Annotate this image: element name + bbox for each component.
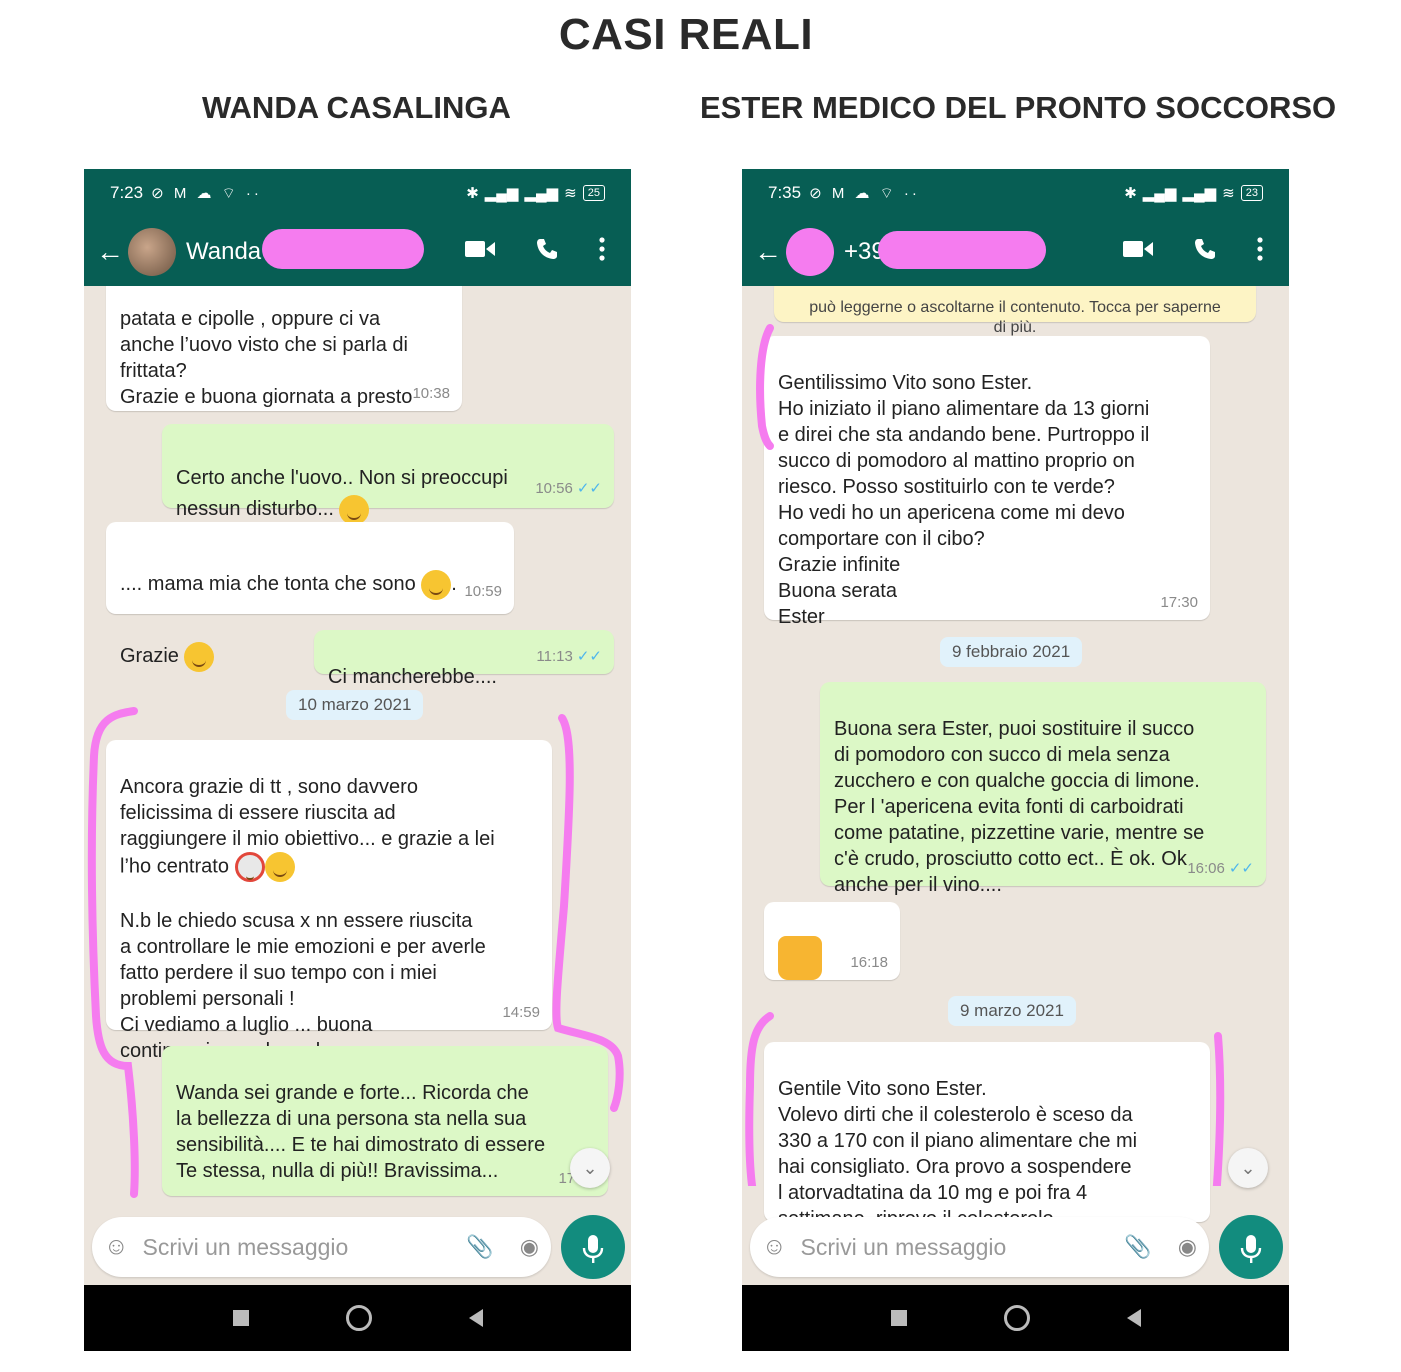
status-bar: 7:35 ⊘ M ☁ ⌔ ·· ✱ ▂▄▆ ▂▄▆ ≋ 23 (742, 169, 1289, 217)
message-outgoing: Ci mancherebbe.... 11:13 ✓✓ (314, 630, 614, 688)
phone-call-icon[interactable] (1193, 237, 1217, 266)
redaction-mark (262, 229, 424, 269)
attach-icon[interactable]: 📎 (1124, 1234, 1151, 1260)
star-struck-emoji-icon (421, 569, 452, 600)
emoji-icon[interactable]: ☺ (762, 1233, 787, 1261)
message-time: 11:13 (536, 648, 573, 665)
message-outgoing: Certo anche l'uovo.. Non si preoccupi ne… (162, 424, 614, 525)
double-check-icon: ✓✓ (576, 648, 602, 665)
avatar[interactable] (128, 227, 176, 276)
battery-icon: 25 (582, 185, 605, 201)
signal-icon-2: ▂▄▆ (1182, 185, 1217, 202)
phone-call-icon[interactable] (535, 237, 559, 266)
smiling-emoji-icon (339, 494, 370, 525)
message-time: 10:59 (464, 583, 502, 600)
message-incoming: patata e cipolle , oppure ci va anche l’… (106, 286, 462, 411)
message-time: 10:56 (535, 480, 573, 497)
more-options-icon[interactable] (1257, 237, 1263, 266)
message-input-bar[interactable]: ☺ Scrivi un messaggio 📎 ◉ (92, 1217, 551, 1277)
home-icon[interactable] (1003, 1305, 1030, 1331)
right-subtitle: ESTER MEDICO DEL PRONTO SOCCORSO (700, 90, 1337, 125)
message-input-bar[interactable]: ☺ Scrivi un messaggio 📎 ◉ (750, 1217, 1209, 1277)
message-input[interactable]: Scrivi un messaggio (801, 1234, 1099, 1261)
message-incoming: .... mama mia che tonta che sono . Grazi… (106, 522, 514, 672)
left-subtitle: WANDA CASALINGA (202, 90, 511, 125)
mic-button[interactable] (1219, 1215, 1283, 1279)
signal-icon: ▂▄▆ (484, 185, 519, 202)
battery-icon: 23 (1240, 185, 1263, 201)
camera-icon[interactable]: ◉ (1178, 1234, 1197, 1260)
message-time: 10:38 (412, 385, 450, 402)
back-icon[interactable] (468, 1309, 483, 1327)
system-icons: ✱ ▂▄▆ ▂▄▆ ≋ 25 (466, 184, 605, 202)
recents-icon[interactable] (890, 1310, 907, 1326)
status-time: 7:35 (768, 183, 802, 202)
bluetooth-icon: ✱ (1124, 185, 1137, 202)
wifi-icon: ≋ (1222, 185, 1235, 202)
message-input[interactable]: Scrivi un messaggio (143, 1234, 441, 1261)
android-nav-bar (84, 1285, 631, 1351)
signal-icon-2: ▂▄▆ (524, 185, 559, 202)
video-call-icon[interactable] (465, 239, 495, 264)
back-icon[interactable] (1126, 1309, 1141, 1327)
bluetooth-icon: ✱ (466, 185, 479, 202)
attach-icon[interactable]: 📎 (466, 1234, 493, 1260)
message-text: patata e cipolle , oppure ci va anche l’… (120, 308, 413, 408)
back-arrow-icon[interactable]: ← (96, 236, 124, 268)
avatar[interactable] (786, 227, 834, 276)
chat-area[interactable]: può leggerne o ascoltarne il contenuto. … (742, 286, 1289, 1285)
recents-icon[interactable] (232, 1310, 249, 1326)
phone-screenshot-left: 7:23 ⊘ M ☁ ⌔ ·· ✱ ▂▄▆ ▂▄▆ ≋ 25 ← Wanda p… (84, 169, 631, 1351)
back-arrow-icon[interactable]: ← (754, 236, 782, 268)
highlight-marker (745, 324, 1225, 1186)
system-icons: ✱ ▂▄▆ ▂▄▆ ≋ 23 (1124, 184, 1263, 202)
android-nav-bar (742, 1285, 1289, 1351)
contact-name[interactable]: Wanda (186, 238, 261, 266)
page-title: CASI REALI (558, 10, 814, 59)
message-text: .... mama mia che tonta che sono (120, 573, 416, 595)
video-call-icon[interactable] (1123, 239, 1153, 264)
chat-header: ← +39 (742, 217, 1289, 286)
redaction-mark (878, 231, 1046, 269)
camera-icon[interactable]: ◉ (520, 1234, 539, 1260)
status-time: 7:23 (110, 183, 144, 202)
notification-icons: ⊘ M ☁ ⌔ ·· (151, 184, 262, 202)
chat-header: ← Wanda (84, 217, 631, 286)
emoji-icon[interactable]: ☺ (104, 1233, 129, 1261)
home-icon[interactable] (345, 1305, 372, 1331)
smiling-emoji-icon (184, 641, 215, 672)
notification-icons: ⊘ M ☁ ⌔ ·· (809, 184, 920, 202)
highlight-marker (87, 707, 624, 1198)
message-text: Ci mancherebbe.... (328, 666, 497, 688)
double-check-icon: ✓✓ (576, 480, 602, 497)
signal-icon: ▂▄▆ (1142, 185, 1177, 202)
message-text-2: Grazie (120, 645, 179, 667)
chat-area[interactable]: patata e cipolle , oppure ci va anche l’… (84, 286, 631, 1285)
more-options-icon[interactable] (599, 237, 605, 266)
mic-button[interactable] (561, 1215, 625, 1279)
wifi-icon: ≋ (564, 185, 577, 202)
status-bar: 7:23 ⊘ M ☁ ⌔ ·· ✱ ▂▄▆ ▂▄▆ ≋ 25 (84, 169, 631, 217)
phone-screenshot-right: 7:35 ⊘ M ☁ ⌔ ·· ✱ ▂▄▆ ▂▄▆ ≋ 23 ← +39 può… (742, 169, 1289, 1351)
